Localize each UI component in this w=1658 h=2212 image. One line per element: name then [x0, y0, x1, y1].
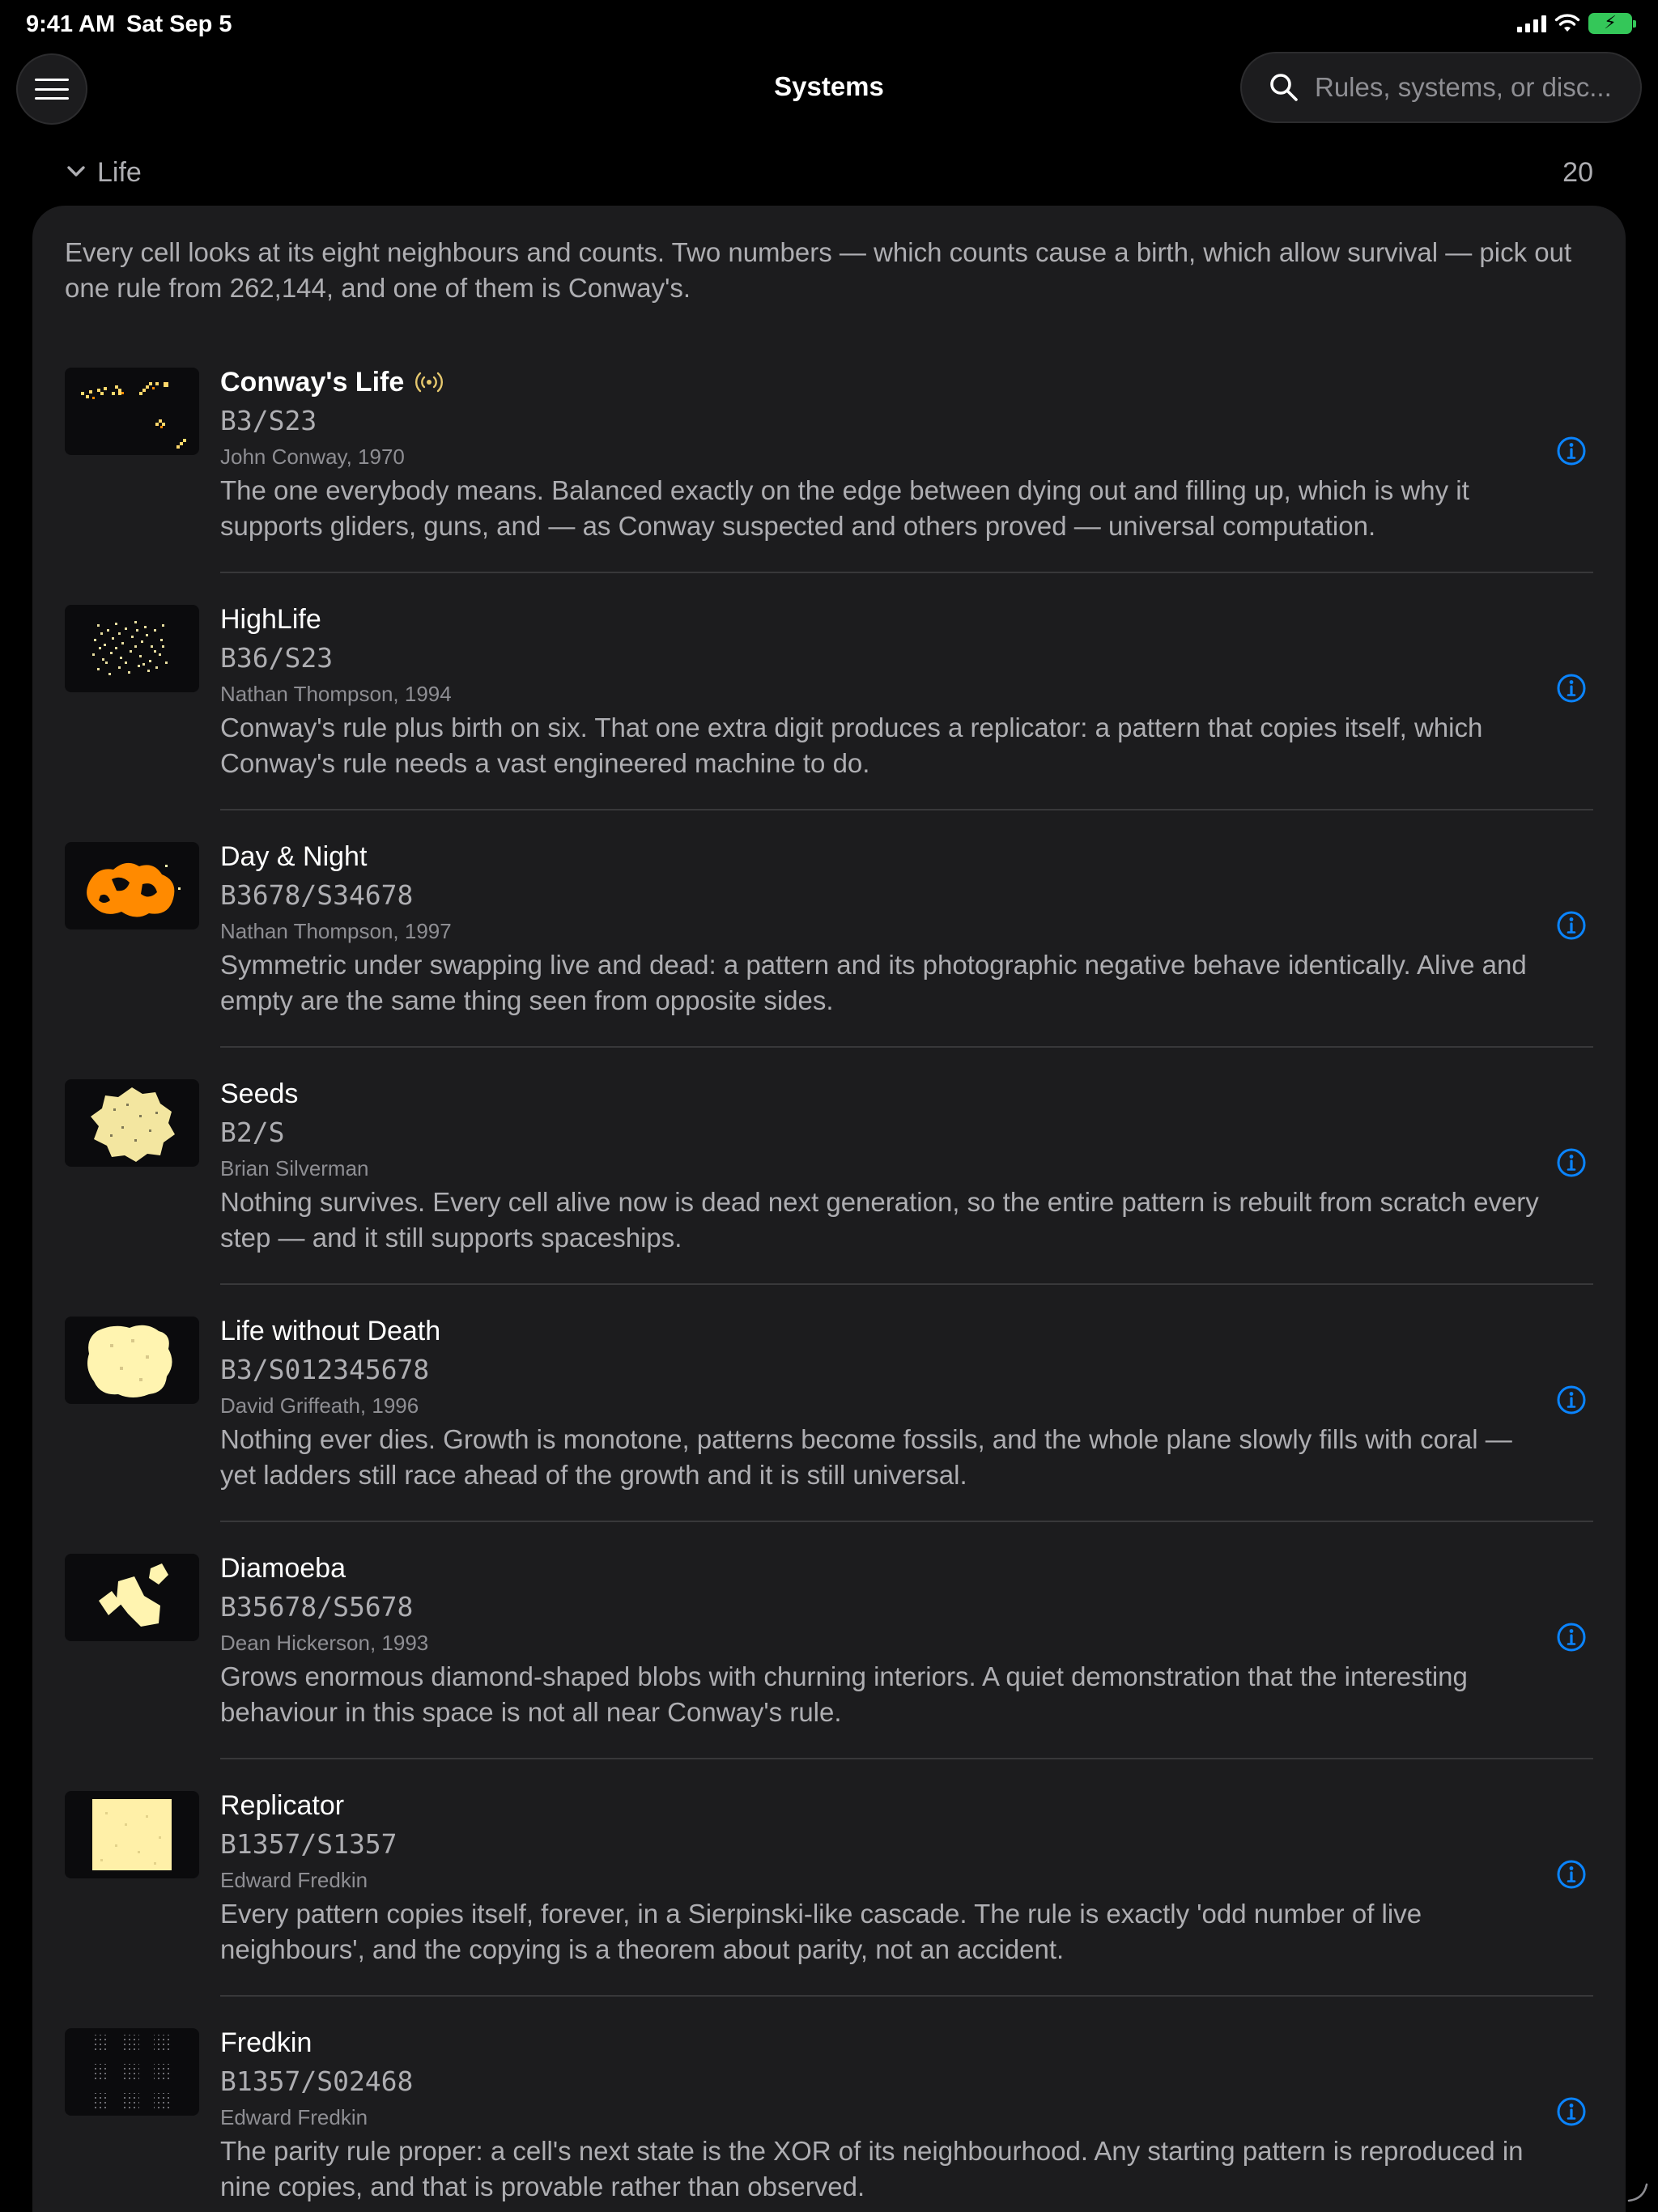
rule-author: Edward Fredkin — [220, 1868, 368, 1892]
rule-description: Every pattern copies itself, forever, in… — [220, 1899, 1422, 1964]
rule-description: The one everybody means. Balanced exactl… — [220, 475, 1469, 541]
wifi-icon — [1554, 14, 1580, 32]
rule-description: The parity rule proper: a cell's next st… — [220, 2136, 1524, 2201]
search-icon — [1270, 74, 1298, 101]
list-item[interactable]: HighLife B36/S23 Nathan Thompson, 1994 C… — [32, 604, 1626, 842]
rule-thumbnail — [65, 1317, 199, 1404]
info-icon[interactable] — [1556, 1385, 1587, 1415]
divider — [220, 809, 1593, 810]
section-intro: Every cell looks at its eight neighbours… — [65, 237, 1572, 303]
info-icon[interactable] — [1556, 2096, 1587, 2127]
rule-author: David Griffeath, 1996 — [220, 1393, 419, 1418]
rule-code: B36/S23 — [220, 642, 334, 674]
rule-code: B3678/S34678 — [220, 879, 414, 911]
rule-name: Life without Death — [220, 1316, 441, 1346]
broadcast-icon — [415, 372, 444, 393]
status-time: 9:41 AM — [26, 11, 116, 37]
list-item[interactable]: Seeds B2/S Brian Silverman Nothing survi… — [32, 1078, 1626, 1317]
section-count: 20 — [1562, 157, 1593, 188]
divider — [220, 1758, 1593, 1759]
search-field[interactable] — [1240, 52, 1642, 123]
rule-code: B1357/S1357 — [220, 1828, 397, 1860]
info-icon[interactable] — [1556, 1147, 1587, 1178]
rules-card: Every cell looks at its eight neighbours… — [32, 206, 1626, 2212]
list-item[interactable]: Fredkin B1357/S02468 Edward Fredkin The … — [32, 2027, 1626, 2212]
rule-description: Conway's rule plus birth on six. That on… — [220, 713, 1483, 778]
rule-author: John Conway, 1970 — [220, 445, 405, 469]
rule-title: Conway's Life — [220, 364, 444, 400]
info-icon[interactable] — [1556, 910, 1587, 941]
rule-description: Nothing survives. Every cell alive now i… — [220, 1187, 1539, 1253]
rule-thumbnail — [65, 368, 199, 455]
rule-name: Replicator — [220, 1790, 345, 1821]
status-icons: ⚡ — [1517, 12, 1636, 34]
search-input[interactable] — [1315, 72, 1630, 103]
rule-code: B1357/S02468 — [220, 2065, 414, 2097]
rule-code: B3/S23 — [220, 405, 317, 436]
rule-thumbnail — [65, 1079, 199, 1167]
rule-name: Seeds — [220, 1078, 299, 1109]
rule-name: Conway's Life — [220, 367, 405, 398]
rule-code: B3/S012345678 — [220, 1354, 430, 1385]
divider — [220, 1046, 1593, 1048]
section-header-life[interactable]: Life 20 — [32, 149, 1593, 194]
info-icon[interactable] — [1556, 1859, 1587, 1890]
rule-thumbnail — [65, 1791, 199, 1878]
rule-author: Edward Fredkin — [220, 2105, 368, 2129]
rule-author: Brian Silverman — [220, 1156, 369, 1180]
rule-author: Dean Hickerson, 1993 — [220, 1631, 429, 1655]
rule-name: Day & Night — [220, 841, 368, 872]
info-icon[interactable] — [1556, 436, 1587, 466]
rule-code: B2/S — [220, 1117, 285, 1148]
rule-description: Nothing ever dies. Growth is monotone, p… — [220, 1424, 1512, 1490]
signal-icon — [1517, 15, 1546, 32]
section-title: Life — [97, 157, 142, 188]
rule-author: Nathan Thompson, 1997 — [220, 919, 452, 943]
rule-description: Grows enormous diamond-shaped blobs with… — [220, 1661, 1468, 1727]
status-date: Sat Sep 5 — [126, 11, 232, 37]
rule-author: Nathan Thompson, 1994 — [220, 682, 452, 706]
divider — [220, 1995, 1593, 1997]
rule-description: Symmetric under swapping live and dead: … — [220, 950, 1527, 1015]
resize-handle-icon[interactable] — [1626, 2180, 1650, 2204]
rule-thumbnail — [65, 605, 199, 692]
list-item[interactable]: Replicator B1357/S1357 Edward Fredkin Ev… — [32, 1790, 1626, 2028]
list-item[interactable]: Life without Death B3/S012345678 David G… — [32, 1316, 1626, 1554]
divider — [220, 1521, 1593, 1522]
info-icon[interactable] — [1556, 673, 1587, 704]
status-bar: 9:41 AM Sat Sep 5 ⚡ — [0, 0, 1658, 52]
divider — [220, 572, 1593, 573]
list-item[interactable]: Conway's Life B3/S23 John Conway, 1970 T… — [32, 367, 1626, 605]
rule-thumbnail — [65, 1554, 199, 1641]
battery-charging-icon: ⚡ — [1588, 12, 1636, 34]
chevron-down-icon[interactable] — [65, 160, 87, 183]
list-item[interactable]: Day & Night B3678/S34678 Nathan Thompson… — [32, 841, 1626, 1079]
divider — [220, 1283, 1593, 1285]
rule-code: B35678/S5678 — [220, 1591, 414, 1623]
rule-thumbnail — [65, 842, 199, 929]
list-item[interactable]: Diamoeba B35678/S5678 Dean Hickerson, 19… — [32, 1553, 1626, 1791]
rule-name: Fredkin — [220, 2027, 312, 2058]
rule-name: Diamoeba — [220, 1553, 346, 1584]
navigation-bar: Systems — [0, 52, 1658, 125]
rule-name: HighLife — [220, 604, 321, 635]
info-icon[interactable] — [1556, 1622, 1587, 1653]
rule-thumbnail — [65, 2028, 199, 2116]
